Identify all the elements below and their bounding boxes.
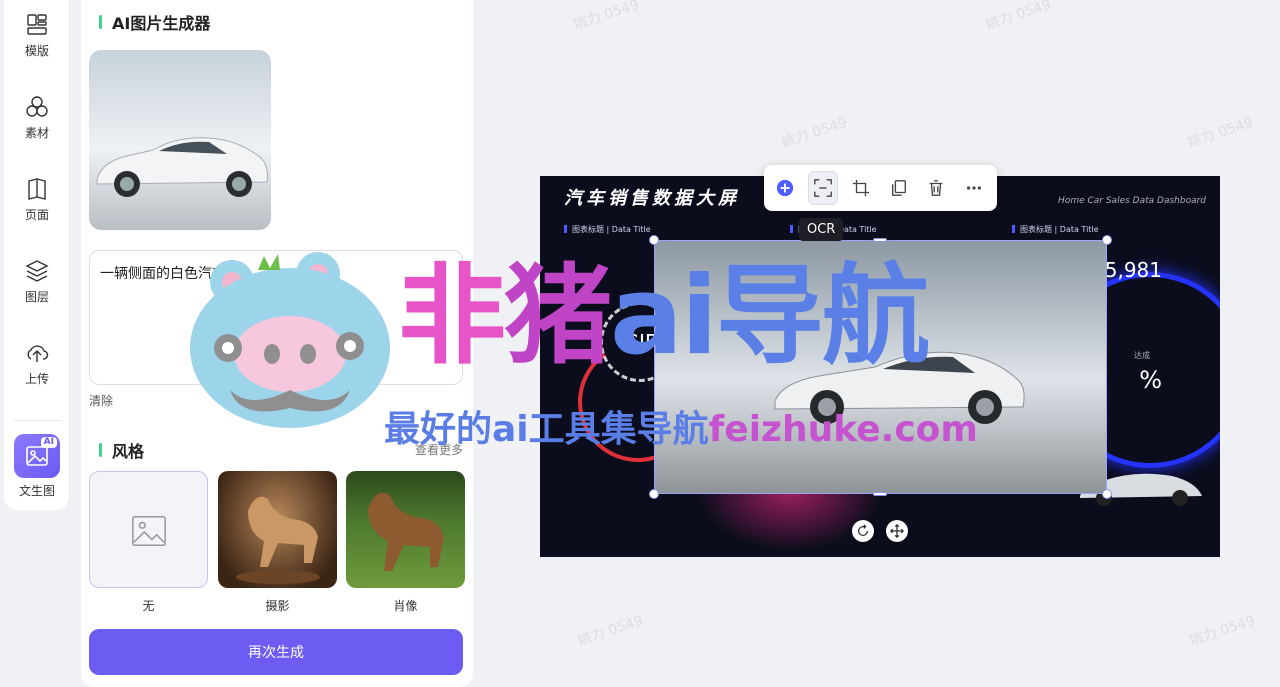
layers-icon xyxy=(25,260,49,282)
watermark-text: 姚力 0549 xyxy=(1187,612,1258,650)
car-image xyxy=(96,137,268,197)
sidebar-item-label: 素材 xyxy=(24,126,49,140)
resize-handle-top-right[interactable] xyxy=(1102,235,1112,245)
duplicate-icon xyxy=(891,180,906,196)
ocr-button[interactable] xyxy=(807,171,838,205)
watermark-text: 姚力 0549 xyxy=(983,0,1054,34)
percent-value: % xyxy=(1139,366,1162,394)
trash-icon xyxy=(930,180,943,196)
sidebar-item-label: 模版 xyxy=(24,44,49,58)
add-button[interactable] xyxy=(770,171,800,205)
sidebar-item-text-to-image[interactable]: AI 文生图 xyxy=(4,420,70,510)
section-accent-bar xyxy=(99,15,102,29)
sidebar-item-label: 文生图 xyxy=(18,484,55,498)
sidebar-item-page[interactable]: 页面 xyxy=(4,164,70,234)
watermark-text: 姚力 0549 xyxy=(575,612,646,650)
style-section-title: 风格 xyxy=(99,438,144,462)
ocr-tooltip: OCR xyxy=(799,218,844,241)
watermark-title: 非猪ai导航 xyxy=(398,254,930,379)
sidebar-item-label: 图层 xyxy=(24,290,49,304)
image-placeholder-icon xyxy=(132,515,166,547)
duplicate-button[interactable] xyxy=(884,171,914,205)
panel-title: AI图片生成器 xyxy=(99,10,210,34)
move-icon xyxy=(890,524,904,538)
more-icon xyxy=(967,186,982,190)
wooden-horse-image xyxy=(236,496,320,584)
rotate-icon xyxy=(857,524,869,537)
text-to-image-tile: AI xyxy=(14,434,60,478)
watermark-text: 姚力 0549 xyxy=(1185,114,1256,152)
move-button[interactable] xyxy=(886,520,908,542)
add-icon xyxy=(776,179,793,197)
section-accent-bar xyxy=(99,443,102,457)
left-sidebar: 模版 素材 页面 图层 上传 AI 文生图 xyxy=(4,0,70,510)
sales-value: 5,981 xyxy=(1104,258,1162,282)
resize-handle-bottom-left[interactable] xyxy=(649,489,659,499)
brown-horse-image xyxy=(368,492,444,571)
more-button[interactable] xyxy=(959,171,989,205)
sidebar-item-assets[interactable]: 素材 xyxy=(4,82,70,152)
image-toolbar xyxy=(764,165,997,211)
style-label: 无 xyxy=(142,599,155,613)
style-option-none[interactable] xyxy=(89,471,208,588)
crop-icon xyxy=(852,179,869,197)
watermark-text: 姚力 0549 xyxy=(571,0,642,34)
data-title-label: 图表标题 | Data Title xyxy=(564,224,651,235)
percent-label: 达成 xyxy=(1134,351,1150,360)
style-label: 肖像 xyxy=(393,599,418,613)
sidebar-item-label: 上传 xyxy=(24,372,49,386)
style-label: 摄影 xyxy=(265,599,290,613)
sidebar-item-label: 页面 xyxy=(24,208,49,222)
generated-image-preview[interactable] xyxy=(89,50,271,230)
watermark-text: 姚力 0549 xyxy=(779,114,850,152)
dashboard-subtitle: Home Car Sales Data Dashboard xyxy=(1058,196,1206,206)
pig-mascot-logo xyxy=(190,252,390,428)
sidebar-item-upload[interactable]: 上传 xyxy=(4,328,70,398)
delete-button[interactable] xyxy=(921,171,951,205)
crop-button[interactable] xyxy=(846,171,876,205)
watermark-subtitle: 最好的ai工具集导航feizhuke.com xyxy=(384,409,978,450)
page-icon xyxy=(28,178,46,200)
resize-handle-top[interactable] xyxy=(873,238,887,242)
style-option-photography[interactable] xyxy=(218,471,337,588)
resize-handle-bottom-right[interactable] xyxy=(1102,489,1112,499)
sidebar-item-layers[interactable]: 图层 xyxy=(4,246,70,316)
ai-badge: AI xyxy=(40,437,57,448)
dashboard-title: 汽车销售数据大屏 xyxy=(564,188,740,209)
ocr-icon xyxy=(813,179,832,197)
assets-icon xyxy=(26,96,48,117)
style-option-portrait[interactable] xyxy=(346,471,465,588)
resize-handle-bottom[interactable] xyxy=(873,492,887,496)
data-title-label: 图表标题 | Data Title xyxy=(1012,224,1099,235)
upload-icon xyxy=(27,345,49,362)
rotate-button[interactable] xyxy=(852,520,874,542)
template-icon xyxy=(27,14,47,35)
resize-handle-top-left[interactable] xyxy=(649,235,659,245)
sidebar-item-template[interactable]: 模版 xyxy=(4,0,70,70)
clear-link[interactable]: 清除 xyxy=(89,392,113,409)
regenerate-button[interactable]: 再次生成 xyxy=(89,629,463,675)
